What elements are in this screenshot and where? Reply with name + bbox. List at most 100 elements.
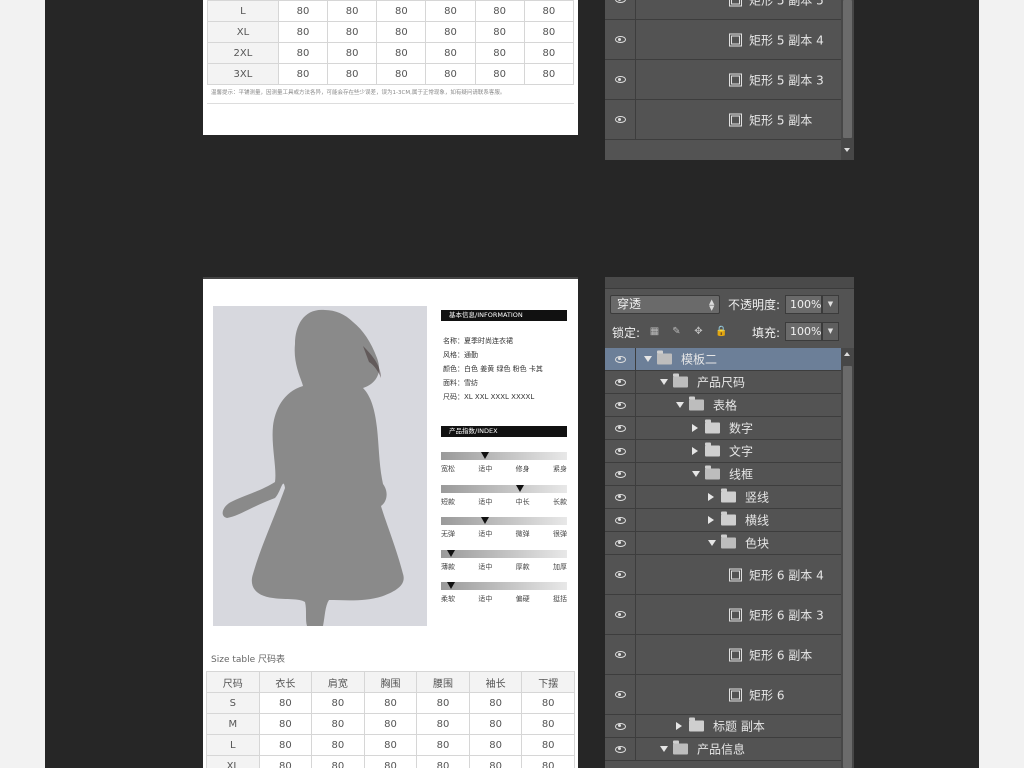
value-cell: 80 xyxy=(376,0,427,22)
index-labels: 薄款 适中 厚款 加厚 xyxy=(441,562,567,572)
expand-down-icon[interactable] xyxy=(676,402,684,408)
layer-row[interactable]: 色块 xyxy=(605,532,841,555)
layer-row[interactable]: 矩形 6 副本 xyxy=(605,635,841,675)
layer-row[interactable]: 表格 xyxy=(605,394,841,417)
layer-row[interactable]: 矩形 6 xyxy=(605,675,841,715)
lock-image-icon[interactable]: ✎ xyxy=(671,326,682,337)
value-cell: 80 xyxy=(258,692,313,714)
visibility-toggle[interactable] xyxy=(605,60,636,99)
fill-input[interactable]: 100% xyxy=(785,322,822,341)
eye-icon xyxy=(614,116,626,123)
lock-position-icon[interactable]: ✥ xyxy=(693,326,704,337)
layer-name: 矩形 6 副本 xyxy=(749,648,813,662)
visibility-toggle[interactable] xyxy=(605,532,636,554)
fill-dropdown-button[interactable]: ▼ xyxy=(822,322,839,341)
expand-down-icon[interactable] xyxy=(660,379,668,385)
layer-name: 横线 xyxy=(745,513,770,528)
visibility-toggle[interactable] xyxy=(605,555,636,594)
scroll-thumb[interactable] xyxy=(843,366,852,768)
visibility-toggle[interactable] xyxy=(605,440,636,462)
expand-right-icon[interactable] xyxy=(692,424,698,432)
visibility-toggle[interactable] xyxy=(605,0,636,19)
expand-right-icon[interactable] xyxy=(708,493,714,501)
index-label: 适中 xyxy=(478,497,493,506)
folder-icon xyxy=(721,488,736,503)
value-cell: 80 xyxy=(376,42,427,64)
table-row: XL 80 80 80 80 80 80 xyxy=(206,755,575,768)
layer-row[interactable]: 矩形 5 副本 4 xyxy=(605,20,841,60)
visibility-toggle[interactable] xyxy=(605,394,636,416)
layer-row[interactable]: 竖线 xyxy=(605,486,841,509)
index-label: 适中 xyxy=(478,530,493,538)
lock-all-icon[interactable]: 🔒 xyxy=(715,326,727,337)
index-label: 短款 xyxy=(441,497,455,506)
layer-row[interactable]: 矩形 6 副本 3 xyxy=(605,595,841,635)
visibility-toggle[interactable] xyxy=(605,738,636,760)
expand-right-icon[interactable] xyxy=(708,516,714,524)
top-product-card: L 80 80 80 80 80 80 XL 80 80 80 80 80 80 2XL 80 80 80 80 80… xyxy=(203,0,578,135)
layer-row[interactable]: 横线 xyxy=(605,509,841,532)
visibility-toggle[interactable] xyxy=(605,463,636,485)
top-size-table: L 80 80 80 80 80 80 XL 80 80 80 80 80 80 2XL 80 80 80 80 80… xyxy=(207,0,575,85)
shape-layer-icon xyxy=(729,113,742,126)
visibility-toggle[interactable] xyxy=(605,635,636,674)
layer-row[interactable]: 矩形 5 副本 xyxy=(605,100,841,140)
visibility-toggle[interactable] xyxy=(605,371,636,393)
layer-row[interactable]: 标题 副本 xyxy=(605,715,841,738)
eye-icon xyxy=(614,722,626,730)
scroll-thumb[interactable] xyxy=(843,0,852,138)
layer-row[interactable]: 数字 xyxy=(605,417,841,440)
expand-down-icon[interactable] xyxy=(692,471,700,477)
visibility-toggle[interactable] xyxy=(605,715,636,737)
expand-down-icon[interactable] xyxy=(708,540,716,546)
visibility-toggle[interactable] xyxy=(605,486,636,508)
layer-row[interactable]: 矩形 5 副本 3 xyxy=(605,60,841,100)
visibility-toggle[interactable] xyxy=(605,675,636,714)
lock-transparent-icon[interactable]: ▦ xyxy=(649,326,660,337)
layer-row[interactable]: 矩形 5 副本 5 xyxy=(605,0,841,20)
folder-icon xyxy=(673,740,688,755)
layer-row[interactable]: 文字 xyxy=(605,440,841,463)
expand-right-icon[interactable] xyxy=(692,447,698,455)
visibility-toggle[interactable] xyxy=(605,595,636,634)
opacity-dropdown-button[interactable]: ▼ xyxy=(822,295,839,314)
scroll-down-arrow[interactable] xyxy=(844,148,850,152)
layer-row[interactable]: 线框 xyxy=(605,463,841,486)
visibility-toggle[interactable] xyxy=(605,509,636,531)
layer-row[interactable]: 模板二 xyxy=(605,348,841,371)
layer-row[interactable]: 矩形 6 副本 4 xyxy=(605,555,841,595)
expand-right-icon[interactable] xyxy=(676,722,682,730)
scroll-up-arrow[interactable] xyxy=(844,352,850,356)
expand-down-icon[interactable] xyxy=(660,746,668,752)
layers-scrollbar[interactable] xyxy=(841,348,854,768)
shape-layer-icon xyxy=(729,688,742,701)
value-cell: 80 xyxy=(474,42,525,64)
layers-scrollbar[interactable] xyxy=(841,0,854,160)
visibility-toggle[interactable] xyxy=(605,20,636,59)
layer-row[interactable]: 产品信息 xyxy=(605,738,841,761)
layer-name: 矩形 5 副本 5 xyxy=(749,0,824,7)
table-header-cell: 腰围 xyxy=(416,671,470,693)
table-row: L 80 80 80 80 80 80 xyxy=(207,0,575,22)
index-bar xyxy=(441,484,567,493)
eye-icon xyxy=(614,0,626,3)
value-cell: 80 xyxy=(523,21,575,43)
layer-name: 色块 xyxy=(745,536,770,551)
visibility-toggle[interactable] xyxy=(605,100,636,139)
eye-icon xyxy=(614,424,626,432)
visibility-toggle[interactable] xyxy=(605,348,636,370)
blend-mode-select[interactable]: 穿透 xyxy=(610,295,720,314)
filter-toolbar[interactable] xyxy=(605,277,854,289)
value-cell: 80 xyxy=(327,63,378,85)
shape-layer-icon xyxy=(729,73,742,86)
info-line-fabric: 面料：雪纺 xyxy=(443,379,478,387)
value-cell: 80 xyxy=(468,734,523,756)
folder-icon xyxy=(689,396,704,411)
size-cell: L xyxy=(207,0,279,22)
visibility-toggle[interactable] xyxy=(605,417,636,439)
expand-down-icon[interactable] xyxy=(644,356,652,362)
index-label: 柔软 xyxy=(441,595,455,603)
opacity-input[interactable]: 100% xyxy=(785,295,822,314)
folder-icon xyxy=(721,534,736,549)
layer-row[interactable]: 产品尺码 xyxy=(605,371,841,394)
